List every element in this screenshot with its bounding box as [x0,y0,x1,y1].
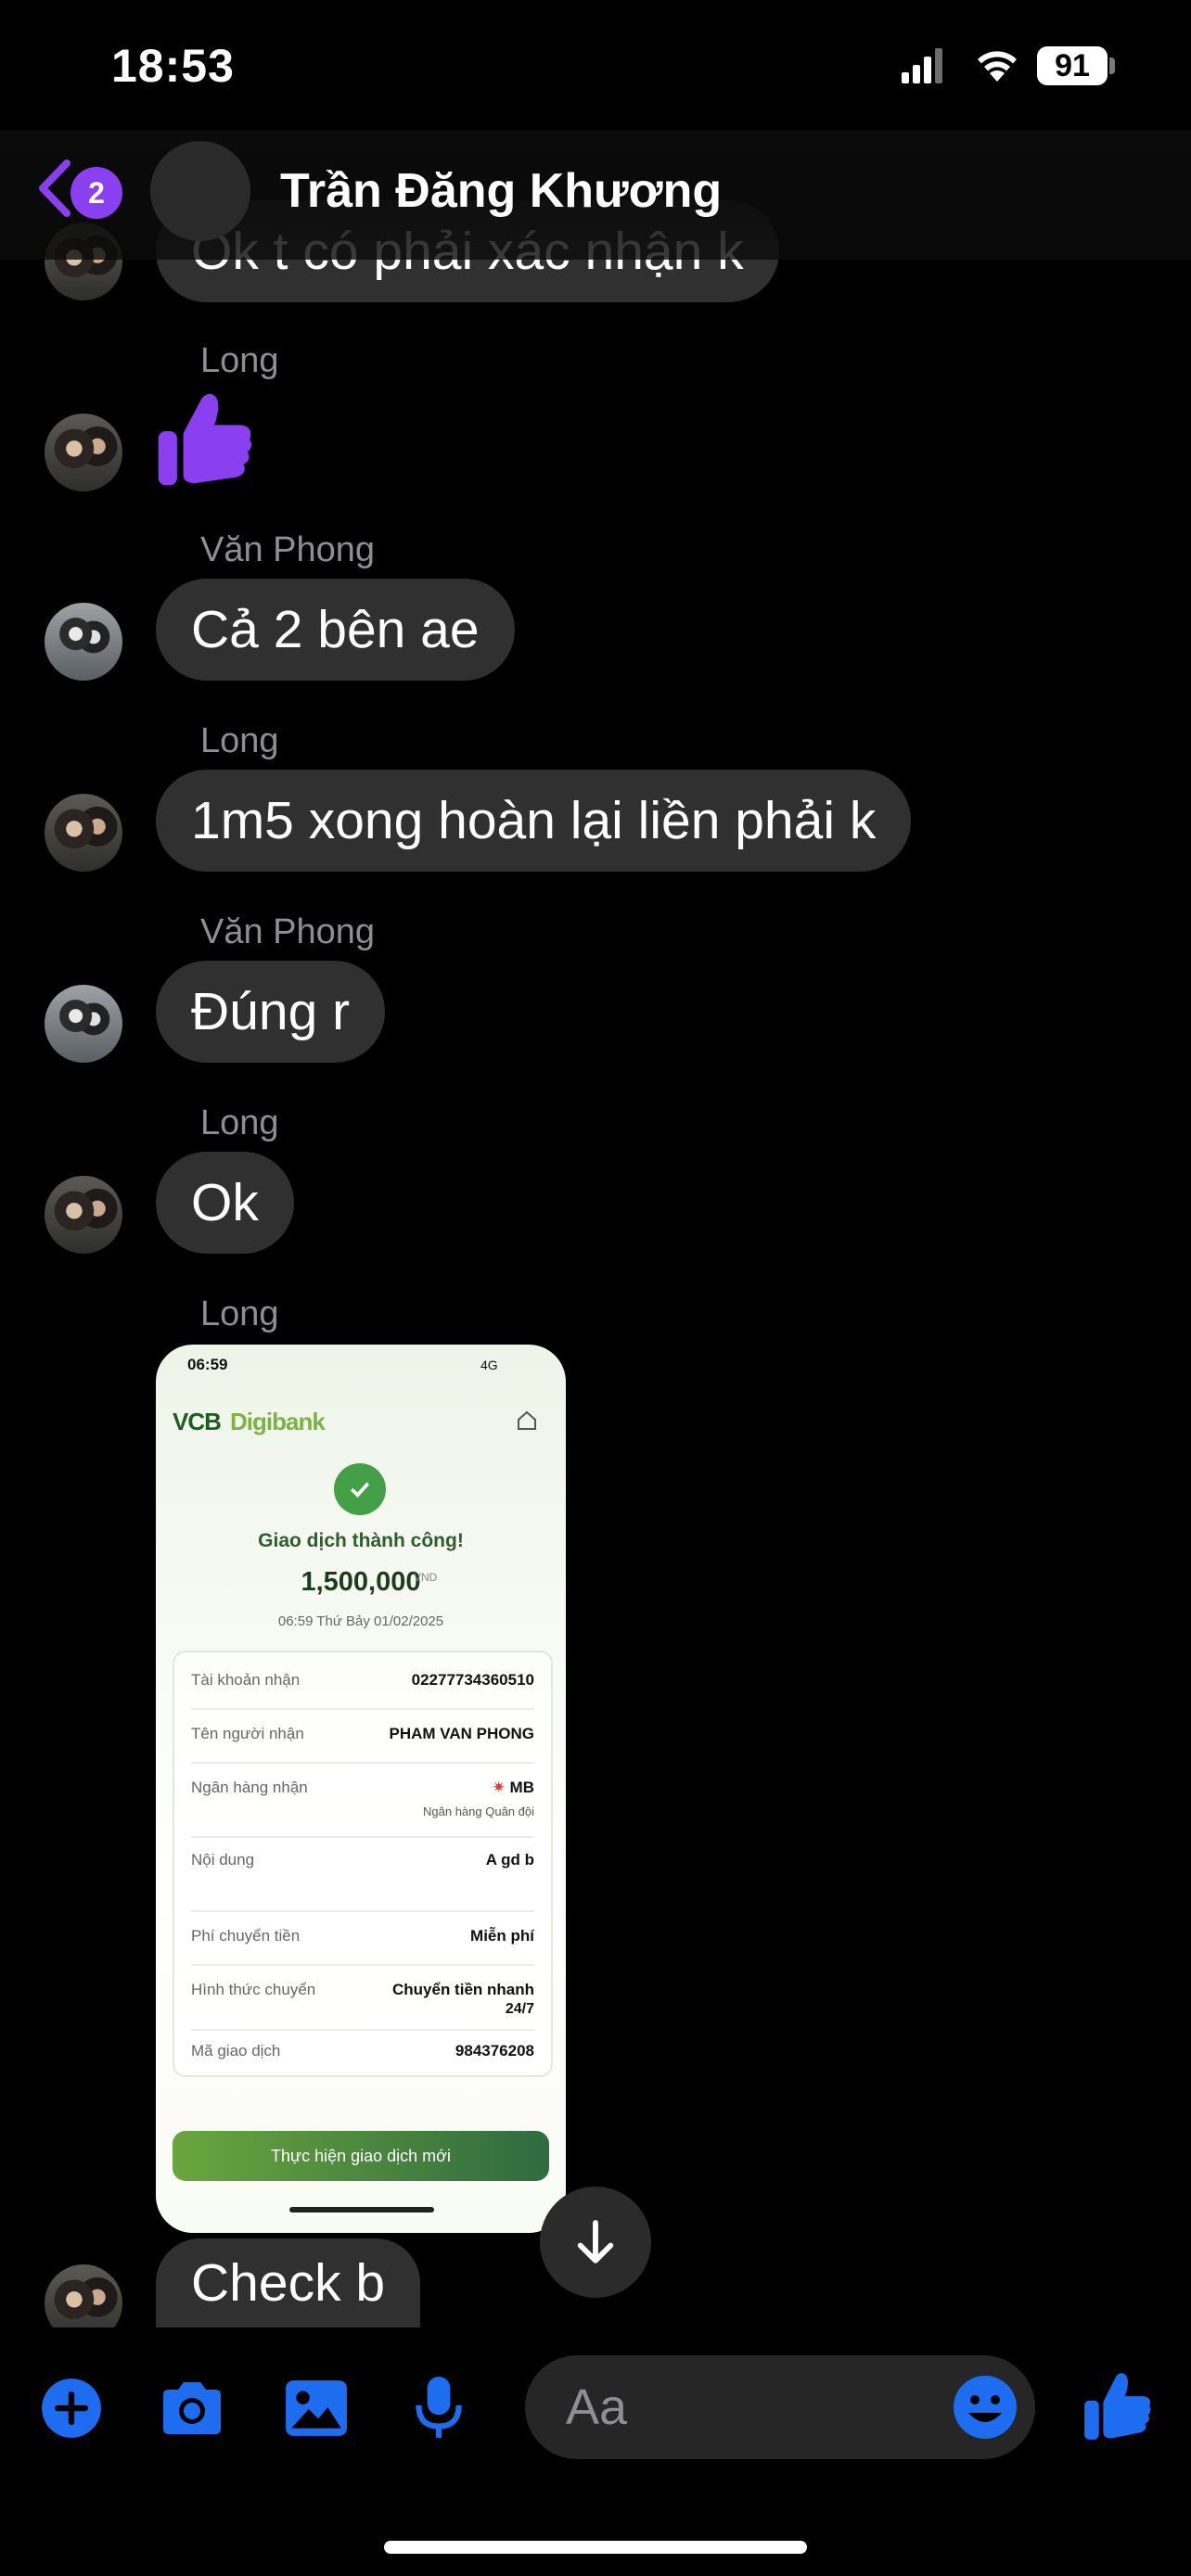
emoji-icon[interactable] [952,2374,1018,2441]
detail-value: Miễn phí [470,1927,534,1945]
detail-row: Hình thức chuyển Chuyển tiền nhanh 24/7 [191,1981,534,2031]
message-bubble[interactable]: Đúng r [156,961,386,1063]
detail-subvalue: Ngân hàng Quân đội [423,1804,534,1818]
receipt-network: 4G [480,1358,498,1372]
message-bubble[interactable]: Cả 2 bên ae [156,579,515,681]
receipt-status-time: 06:59 [187,1356,228,1373]
home-icon [518,1410,536,1430]
sender-name: Long [200,1294,279,1333]
detail-label: Ngân hàng nhận [191,1779,308,1796]
digibank-logo: Digibank [230,1408,326,1435]
conversation-avatar[interactable] [150,141,250,241]
unread-count-badge[interactable]: 2 [70,167,122,219]
detail-value: ✷ MB [492,1779,534,1796]
detail-label: Tên người nhận [191,1725,304,1742]
detail-label: Tài khoản nhận [191,1671,301,1689]
camera-icon [163,2382,221,2434]
detail-row: Mã giao dịch 984376208 [191,2042,534,2070]
detail-row: Tài khoản nhận 02277734360510 [191,1671,534,1710]
detail-subvalue: 24/7 [505,2001,534,2017]
transaction-datetime: 06:59 Thứ Bảy 01/02/2025 [277,1613,444,1629]
vcb-logo: VCB [173,1408,222,1435]
detail-value: Chuyển tiền nhanh [392,1981,534,1998]
voice-button[interactable] [404,2374,473,2442]
avatar[interactable] [45,794,122,872]
detail-row: Nội dung A gd b [191,1851,534,1912]
camera-button[interactable] [158,2374,226,2442]
detail-label: Mã giao dịch [191,2042,281,2060]
detail-label: Hình thức chuyển [191,1981,316,1998]
add-button[interactable] [37,2374,106,2442]
detail-value: 984376208 [455,2042,534,2060]
avatar[interactable] [45,603,122,681]
sender-name: Long [200,341,279,380]
sender-name: Văn Phong [200,912,376,951]
detail-label: Nội dung [191,1851,255,1868]
detail-label: Phí chuyển tiền [191,1927,301,1945]
home-indicator [384,2541,807,2554]
success-check-icon [334,1463,386,1515]
avatar[interactable] [45,1176,122,1254]
detail-row: Phí chuyển tiền Miễn phí [191,1927,534,1966]
thumbs-up-like-icon[interactable] [1082,2370,1154,2442]
image-attachment[interactable]: 06:59 4G VCB Digibank Giao dịch thành cô… [156,1345,566,2233]
success-message: Giao dịch thành công! [258,1530,464,1551]
currency: VND [414,1571,438,1584]
plus-circle-icon [42,2378,101,2438]
detail-value: 02277734360510 [411,1671,534,1689]
receipt-home-indicator [289,2207,434,2213]
wifi-icon [978,51,1017,82]
mb-star-icon: ✷ [492,1779,510,1796]
sender-name: Văn Phong [200,530,376,569]
detail-row: Ngân hàng nhận ✷ MB Ngân hàng Quân đội [191,1779,534,1838]
message-bubble[interactable]: 1m5 xong hoàn lại liền phải k [156,770,912,872]
avatar[interactable] [45,414,122,491]
detail-row: Tên người nhận PHAM VAN PHONG [191,1725,534,1764]
sender-name: Long [200,721,279,760]
gallery-button[interactable] [282,2374,351,2442]
amount: 1,500,000 [301,1567,421,1597]
avatar[interactable] [45,985,122,1063]
conversation-title[interactable]: Trần Đăng Khương [280,163,722,219]
message-bubble[interactable]: Ok [156,1152,294,1254]
photo-icon [286,2380,347,2436]
scroll-to-bottom-button[interactable] [540,2187,651,2298]
battery-cap [1109,57,1115,74]
detail-value: PHAM VAN PHONG [389,1725,534,1742]
cellular-signal-icon [902,48,942,83]
receipt-details: Tài khoản nhận 02277734360510 Tên người … [173,1651,553,2077]
detail-value: A gd b [485,1851,534,1868]
message-bubble[interactable]: Check b [156,2238,421,2327]
arrow-down-icon [577,2220,614,2264]
microphone-icon [416,2377,462,2438]
battery-indicator: 91 [1037,46,1108,85]
thumbs-up-sticker-icon[interactable] [152,388,256,491]
status-time: 18:53 [111,40,235,92]
new-transaction-button: Thực hiện giao dịch mới [173,2131,549,2181]
sender-name: Long [200,1103,279,1142]
back-chevron-icon[interactable] [35,159,72,217]
